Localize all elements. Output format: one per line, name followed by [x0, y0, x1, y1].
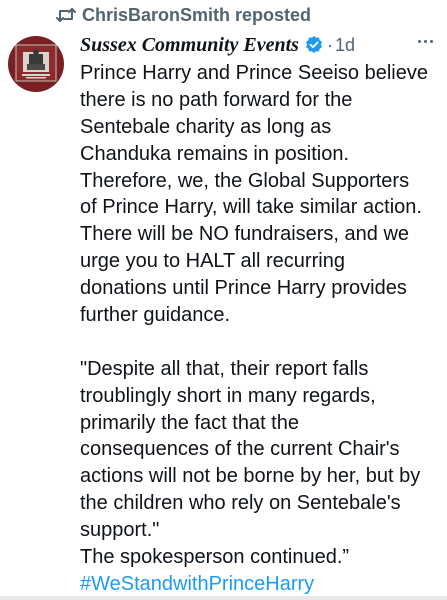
- tweet-line: there is no path forward for the: [80, 88, 353, 111]
- tweet-line: Sentebale charity as long as: [80, 115, 332, 138]
- repost-label: ChrisBaronSmith reposted: [82, 4, 312, 25]
- tweet-line: Therefore, we, the Global Supporters: [80, 169, 410, 192]
- tweet-line: further guidance.: [80, 304, 231, 327]
- repost-icon: [56, 7, 76, 23]
- tweet-line: consequences of the current Chair's: [80, 438, 400, 461]
- tweet-text: Prince Harry and Prince Seeiso believe t…: [80, 60, 443, 598]
- divider: [0, 596, 447, 600]
- tweet-header: Sussex Community Events · 1d: [80, 32, 439, 58]
- more-options-icon[interactable]: [418, 40, 433, 43]
- tweet-line: donations until Prince Harry provides: [80, 277, 407, 300]
- tweet-line: Prince Harry and Prince Seeiso believe: [80, 62, 428, 84]
- hashtag-link[interactable]: #WeStandwithPrinceHarry: [80, 571, 443, 598]
- author-display-name[interactable]: Sussex Community Events: [80, 34, 299, 57]
- repost-indicator[interactable]: ChrisBaronSmith reposted: [56, 4, 311, 26]
- tweet-line: primarily the fact that the: [80, 411, 299, 434]
- timestamp[interactable]: 1d: [335, 35, 355, 56]
- tweet-line: actions will not be borne by her, but by: [80, 465, 421, 488]
- tweet-line: "Despite all that, their report falls: [80, 357, 369, 380]
- avatar[interactable]: [8, 36, 64, 92]
- tweet-line: The spokesperson continued.”: [80, 546, 350, 569]
- tweet-line: Chanduka remains in position.: [80, 142, 350, 165]
- verified-badge-icon[interactable]: [304, 35, 324, 55]
- tweet-line: the children who rely on Sentebale's: [80, 492, 401, 515]
- separator-dot: ·: [326, 34, 333, 55]
- tweet-line: urge you to HALT all recurring: [80, 250, 345, 273]
- tweet-line: troublingly short in many regards,: [80, 384, 376, 407]
- tweet-line: There will be NO fundraisers, and we: [80, 223, 410, 246]
- tweet-line: support.": [80, 519, 160, 542]
- tweet-line: of Prince Harry, will take similar actio…: [80, 196, 422, 219]
